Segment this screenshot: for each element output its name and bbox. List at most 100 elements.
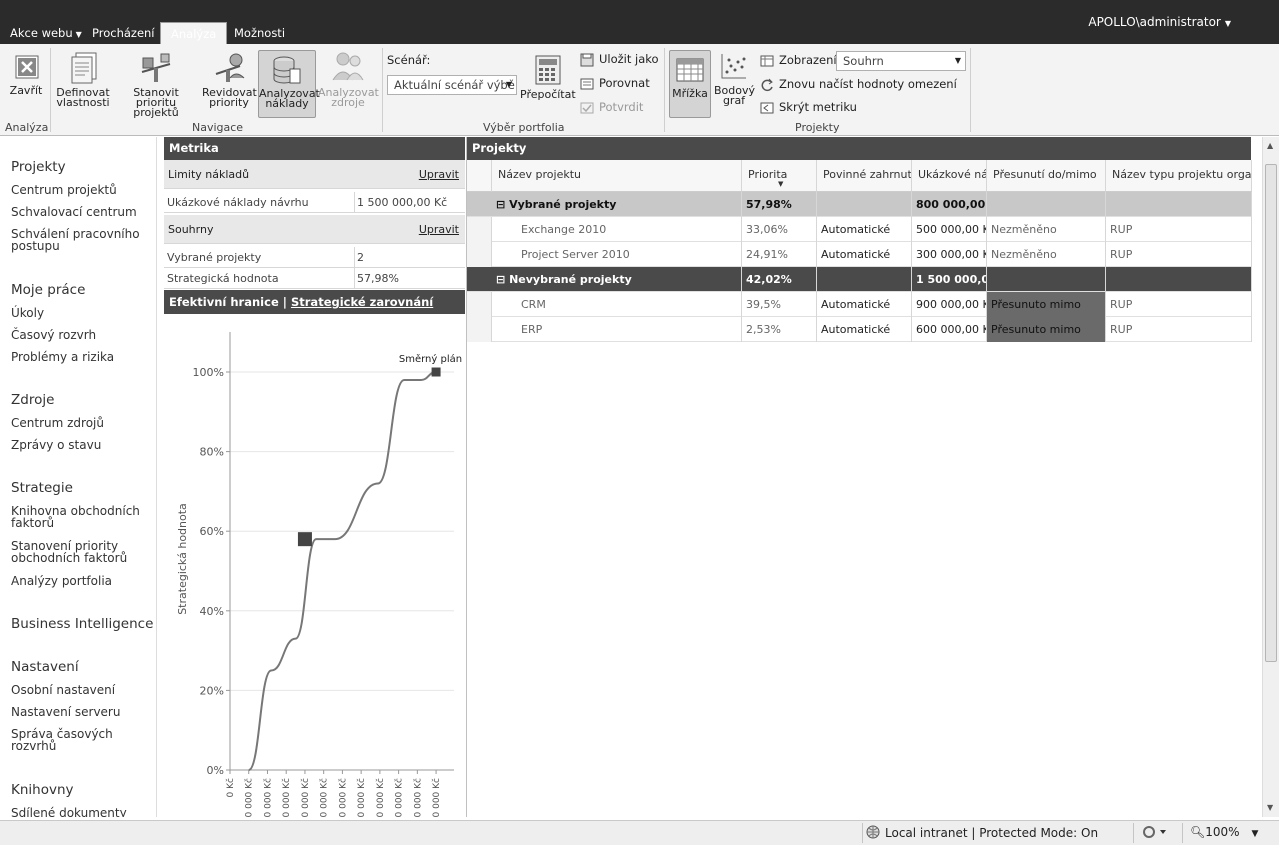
row-selector[interactable]	[467, 292, 492, 317]
efficient-frontier-chart: 0% 20% 40% 60% 80% 100% 0 Kč 00 000 Kč 00 000 Kč…	[164, 314, 465, 823]
security-zone[interactable]: Local intranet | Protected Mode: On	[866, 825, 1098, 840]
nav-item-workflow-approval[interactable]: Schválení pracovního postupu	[11, 228, 151, 252]
cost-limits-section: Limity nákladů Upravit	[164, 160, 465, 189]
table-row[interactable]: CRM 39,5% Automatické 900 000,00 Kč Přes…	[467, 292, 1252, 317]
project-forced[interactable]: Automatické	[817, 292, 912, 317]
user-menu[interactable]: APOLLO\administrator ▼	[1088, 15, 1231, 29]
define-properties-button[interactable]: Definovat vlastnosti	[55, 50, 111, 108]
group-row-unselected[interactable]: ⊟ Nevybrané projekty 42,02% 1 500 000,0	[467, 267, 1252, 292]
prioritize-projects-button[interactable]: Stanovit prioritu projektů	[112, 50, 200, 118]
tab-efficient-frontier[interactable]: Efektivní hranice	[169, 295, 279, 309]
nav-item-portfolio-analyses[interactable]: Analýzy portfolia	[11, 575, 151, 587]
nav-item-timesheet[interactable]: Časový rozvrh	[11, 329, 151, 341]
nav-heading-business-intelligence[interactable]: Business Intelligence	[11, 616, 153, 632]
scroll-up-icon[interactable]: ▲	[1267, 141, 1273, 150]
table-row[interactable]: Exchange 2010 33,06% Automatické 500 000…	[467, 217, 1252, 242]
collapse-icon[interactable]: ⊟	[496, 198, 505, 211]
y-tick-label: 40%	[200, 605, 224, 618]
site-actions-menu[interactable]: Akce webu ▼	[0, 22, 92, 44]
nav-item-approval-center[interactable]: Schvalovací centrum	[11, 206, 151, 218]
project-forced[interactable]: Automatické	[817, 242, 912, 267]
tab-browse[interactable]: Procházení	[82, 22, 165, 44]
hide-metric-button[interactable]: Skrýt metriku	[760, 98, 857, 116]
edit-cost-limits-link[interactable]: Upravit	[419, 160, 459, 189]
view-label-text: Zobrazení:	[779, 53, 841, 67]
row-selector[interactable]	[467, 317, 492, 342]
scenario-select[interactable]: Aktuální scénář výbě ▼	[387, 75, 517, 95]
review-priorities-button[interactable]: Revidovat priority	[202, 50, 257, 108]
table-row[interactable]: Project Server 2010 24,91% Automatické 3…	[467, 242, 1252, 267]
nav-item-project-center[interactable]: Centrum projektů	[11, 184, 151, 196]
view-select[interactable]: Souhrn ▼	[836, 51, 966, 71]
col-header-forced[interactable]: Povinné zahrnutí/	[817, 160, 912, 192]
scatter-label-2: graf	[722, 94, 746, 107]
save-as-label: Uložit jako	[599, 52, 659, 66]
row-selector[interactable]	[467, 242, 492, 267]
grid-view-button[interactable]: Mřížka	[669, 50, 711, 118]
nav-heading-libraries[interactable]: Knihovny	[11, 782, 74, 798]
reload-limits-button[interactable]: Znovu načíst hodnoty omezení	[760, 75, 957, 93]
project-forced[interactable]: Automatické	[817, 217, 912, 242]
zoom-control[interactable]: 🔍︎100% ▼	[1190, 825, 1258, 839]
metric-label: Vybrané projekty	[167, 251, 262, 264]
nav-item-status-reports[interactable]: Zprávy o stavu	[11, 439, 151, 451]
tab-analysis[interactable]: Analýza	[160, 22, 228, 44]
col-header-cost[interactable]: Ukázkové nák	[912, 160, 987, 192]
nav-heading-projects[interactable]: Projekty	[11, 159, 66, 175]
project-move[interactable]: Přesunuto mimo	[987, 317, 1106, 342]
nav-heading-resources[interactable]: Zdroje	[11, 392, 54, 408]
nav-item-resource-center[interactable]: Centrum zdrojů	[11, 417, 151, 429]
tab-options[interactable]: Možnosti	[224, 22, 295, 44]
recalculate-button[interactable]: Přepočítat	[520, 50, 576, 100]
scroll-down-icon[interactable]: ▼	[1267, 803, 1273, 812]
divider	[970, 48, 971, 132]
scatter-chart-button[interactable]: Bodový graf	[714, 50, 755, 107]
nav-item-timesheet-management[interactable]: Správa časových rozvrhů	[11, 728, 151, 752]
analyze-costs-button[interactable]: Analyzovat náklady	[258, 50, 320, 118]
scenario-label: Scénář:	[387, 53, 431, 67]
vertical-scrollbar[interactable]: ▲ ▼	[1262, 137, 1279, 817]
metrics-panel: Metrika Limity nákladů Upravit Ukázkové n…	[164, 137, 465, 823]
nav-item-driver-prioritization[interactable]: Stanovení priority obchodních faktorů	[11, 540, 151, 564]
col-header-move[interactable]: Přesunutí do/mimo	[987, 160, 1106, 192]
zoom-level: 100%	[1205, 825, 1240, 839]
nav-item-tasks[interactable]: Úkoly	[11, 307, 151, 319]
confirm-button[interactable]: Potvrdit	[580, 98, 643, 116]
analyze-resources-button[interactable]: Analyzovat zdroje	[318, 50, 379, 108]
nav-item-driver-library[interactable]: Knihovna obchodních faktorů	[11, 505, 151, 529]
nav-item-issues-risks[interactable]: Problémy a rizika	[11, 351, 151, 363]
protected-mode-icon[interactable]	[1142, 825, 1168, 842]
col-header-name[interactable]: Název projektu	[492, 160, 742, 192]
col-header-type[interactable]: Název typu projektu organiz	[1106, 160, 1252, 192]
scroll-thumb[interactable]	[1265, 164, 1277, 662]
collapse-icon[interactable]: ⊟	[496, 273, 505, 286]
compare-button[interactable]: Porovnat	[580, 74, 650, 92]
row-selector[interactable]	[467, 217, 492, 242]
metric-value[interactable]: 1 500 000,00 Kč	[354, 192, 447, 213]
chevron-down-icon: ▼	[75, 30, 82, 39]
group-move	[987, 267, 1106, 292]
project-move[interactable]: Přesunuto mimo	[987, 292, 1106, 317]
col-header-priority[interactable]: Priorita ▼	[742, 160, 817, 192]
project-forced[interactable]: Automatické	[817, 317, 912, 342]
edit-summary-link[interactable]: Upravit	[419, 215, 459, 244]
divider	[1133, 823, 1134, 843]
group-name: Vybrané projekty	[509, 198, 617, 211]
save-as-button[interactable]: Uložit jako	[580, 50, 659, 68]
scenario-value: Aktuální scénář výbě	[394, 78, 515, 92]
summary-section: Souhrny Upravit	[164, 215, 465, 244]
nav-heading-my-work[interactable]: Moje práce	[11, 282, 85, 298]
calculator-icon	[535, 55, 561, 85]
nav-item-personal-settings[interactable]: Osobní nastavení	[11, 684, 151, 696]
nav-item-server-settings[interactable]: Nastavení serveru	[11, 706, 151, 718]
table-row[interactable]: ERP 2,53% Automatické 600 000,00 Kč Přes…	[467, 317, 1252, 342]
project-type: RUP	[1106, 242, 1252, 267]
group-name: Nevybrané projekty	[509, 273, 632, 286]
nav-heading-strategy[interactable]: Strategie	[11, 480, 73, 496]
nav-item-shared-documents[interactable]: Sdílené dokumenty	[11, 807, 151, 817]
group-row-selected[interactable]: ⊟ Vybrané projekty 57,98% 800 000,00 K	[467, 192, 1252, 217]
close-button[interactable]: Zavřít	[6, 50, 46, 96]
reload-label: Znovu načíst hodnoty omezení	[779, 77, 957, 91]
tab-strategic-alignment[interactable]: Strategické zarovnání	[291, 295, 433, 309]
nav-heading-settings[interactable]: Nastavení	[11, 659, 79, 675]
